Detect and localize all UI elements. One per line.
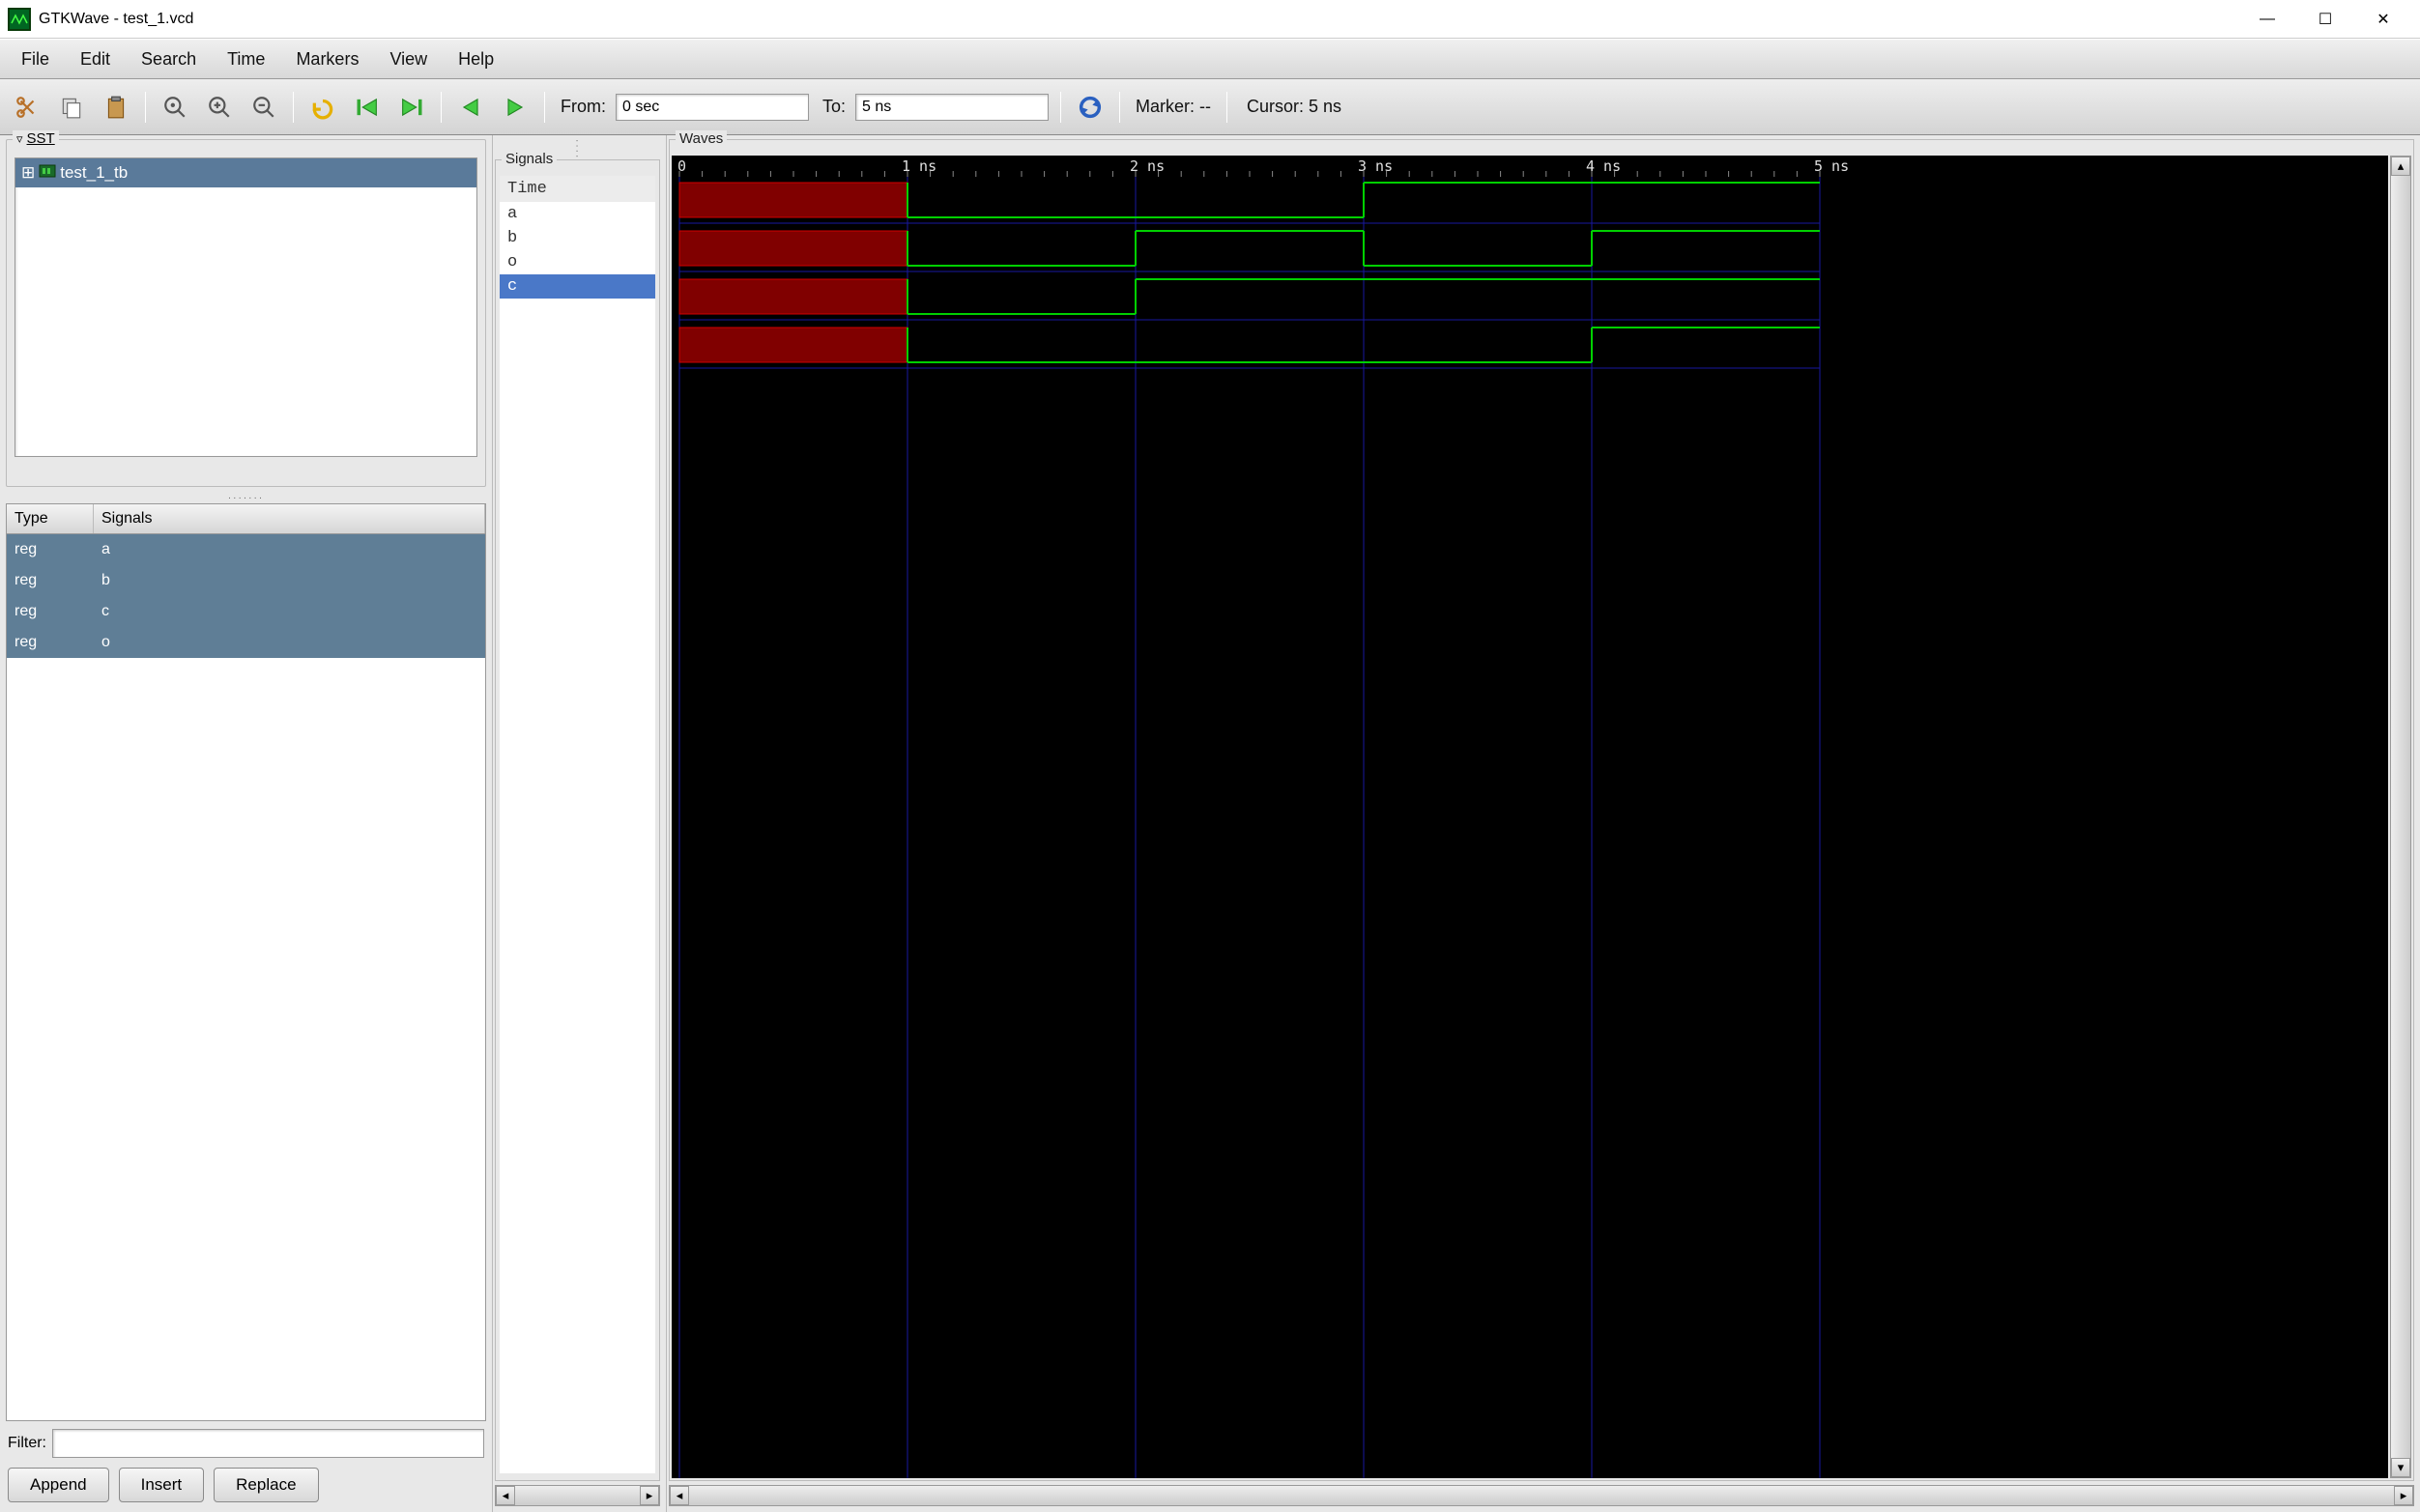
svg-text:5 ns: 5 ns (1814, 157, 1849, 175)
signal-entry[interactable]: a (500, 202, 655, 226)
scroll-right-icon[interactable]: ▸ (640, 1486, 659, 1505)
tree-expand-icon[interactable]: ⊞ (21, 163, 35, 183)
waves-hscroll[interactable]: ◂ ▸ (669, 1485, 2414, 1506)
signal-entry[interactable]: o (500, 250, 655, 274)
wave-area[interactable]: 1 ns 2 ns 3 ns 4 ns 5 ns 0 (672, 156, 2388, 1478)
signals-frame: Signals Time aboc (495, 159, 660, 1481)
undo-icon[interactable] (305, 90, 340, 125)
cell-type: reg (7, 541, 94, 558)
menu-edit[interactable]: Edit (67, 43, 124, 75)
waves-panel: Waves 1 ns2 ns3 ns4 ns5 ns0 ▴ ▾ ◂ ▸ (667, 135, 2420, 1512)
app-icon (8, 8, 31, 31)
menu-view[interactable]: View (376, 43, 441, 75)
signals-hscroll[interactable]: ◂ ▸ (495, 1485, 660, 1506)
tree-root-row[interactable]: ⊞ test_1_tb (15, 158, 476, 187)
menu-file[interactable]: File (8, 43, 63, 75)
svg-text:0: 0 (677, 157, 686, 175)
reload-icon[interactable] (1073, 90, 1108, 125)
svg-text:1 ns: 1 ns (902, 157, 936, 175)
splitter-v[interactable]: ···· (573, 139, 583, 159)
filter-input[interactable] (52, 1429, 484, 1458)
time-header: Time (500, 176, 655, 202)
scroll-up-icon[interactable]: ▴ (2391, 157, 2410, 176)
signals-table-head: Type Signals (6, 503, 486, 534)
table-row[interactable]: rego (7, 627, 485, 658)
cell-name: o (94, 634, 485, 651)
prev-edge-icon[interactable] (453, 90, 488, 125)
cell-name: c (94, 603, 485, 620)
signals-list[interactable]: aboc (500, 202, 655, 1473)
close-button[interactable]: ✕ (2354, 0, 2412, 39)
go-start-icon[interactable] (350, 90, 385, 125)
waves-frame: Waves 1 ns2 ns3 ns4 ns5 ns0 ▴ ▾ (669, 139, 2414, 1481)
copy-icon[interactable] (54, 90, 89, 125)
cell-type: reg (7, 572, 94, 589)
maximize-button[interactable]: ☐ (2296, 0, 2354, 39)
go-end-icon[interactable] (394, 90, 429, 125)
scroll-down-icon[interactable]: ▾ (2391, 1458, 2410, 1477)
waves-vscroll[interactable]: ▴ ▾ (2390, 156, 2411, 1478)
marker-label: Marker: -- (1136, 97, 1211, 117)
signals-table-body[interactable]: regaregbregcrego (6, 534, 486, 1421)
wave-svg: 1 ns 2 ns 3 ns 4 ns 5 ns 0 (672, 156, 2388, 1478)
menu-search[interactable]: Search (128, 43, 210, 75)
tree-root-label: test_1_tb (60, 163, 128, 183)
sst-label: SST (27, 130, 55, 147)
waves-label: Waves (676, 130, 727, 147)
svg-text:4 ns: 4 ns (1586, 157, 1621, 175)
signals-table-frame: Type Signals regaregbregcrego (6, 503, 486, 1421)
next-edge-icon[interactable] (498, 90, 533, 125)
titlebar: GTKWave - test_1.vcd — ☐ ✕ (0, 0, 2420, 39)
cursor-label: Cursor: 5 ns (1247, 97, 1341, 117)
menu-time[interactable]: Time (214, 43, 278, 75)
append-button[interactable]: Append (8, 1468, 109, 1502)
cell-name: a (94, 541, 485, 558)
sst-collapse-icon[interactable]: ▿ (16, 131, 23, 147)
menu-help[interactable]: Help (445, 43, 507, 75)
cell-name: b (94, 572, 485, 589)
wave-scroll-left-icon[interactable]: ◂ (670, 1486, 689, 1505)
minimize-button[interactable]: — (2238, 0, 2296, 39)
svg-text:2 ns: 2 ns (1130, 157, 1165, 175)
signals-label: Signals (502, 151, 557, 167)
cell-type: reg (7, 603, 94, 620)
left-panel: ▿ SST ⊞ test_1_tb ······· Type Signals r… (0, 135, 493, 1512)
to-input[interactable] (855, 94, 1049, 121)
table-row[interactable]: regb (7, 565, 485, 596)
insert-button[interactable]: Insert (119, 1468, 205, 1502)
svg-text:3 ns: 3 ns (1358, 157, 1393, 175)
menu-markers[interactable]: Markers (282, 43, 372, 75)
wave-scroll-right-icon[interactable]: ▸ (2394, 1486, 2413, 1505)
zoom-out-icon[interactable] (246, 90, 281, 125)
replace-button[interactable]: Replace (214, 1468, 318, 1502)
toolbar: From: To: Marker: -- Cursor: 5 ns (0, 79, 2420, 135)
module-icon (39, 163, 56, 183)
paste-icon[interactable] (99, 90, 133, 125)
window-title: GTKWave - test_1.vcd (39, 11, 193, 28)
cut-icon[interactable] (10, 90, 44, 125)
splitter-h[interactable]: ······· (6, 493, 486, 503)
signals-panel: ···· Signals Time aboc ◂ ▸ (493, 135, 667, 1512)
menubar: File Edit Search Time Markers View Help (0, 39, 2420, 79)
to-label: To: (822, 97, 846, 117)
filter-label: Filter: (8, 1435, 46, 1452)
cell-type: reg (7, 634, 94, 651)
col-head-type[interactable]: Type (7, 504, 94, 533)
zoom-fit-icon[interactable] (158, 90, 192, 125)
table-row[interactable]: regc (7, 596, 485, 627)
scroll-left-icon[interactable]: ◂ (496, 1486, 515, 1505)
signal-entry[interactable]: c (500, 274, 655, 299)
signal-entry[interactable]: b (500, 226, 655, 250)
zoom-in-icon[interactable] (202, 90, 237, 125)
from-label: From: (561, 97, 606, 117)
from-input[interactable] (616, 94, 809, 121)
hierarchy-tree[interactable]: ⊞ test_1_tb (14, 157, 477, 457)
col-head-signals[interactable]: Signals (94, 504, 485, 533)
table-row[interactable]: rega (7, 534, 485, 565)
sst-frame: ▿ SST ⊞ test_1_tb (6, 139, 486, 487)
